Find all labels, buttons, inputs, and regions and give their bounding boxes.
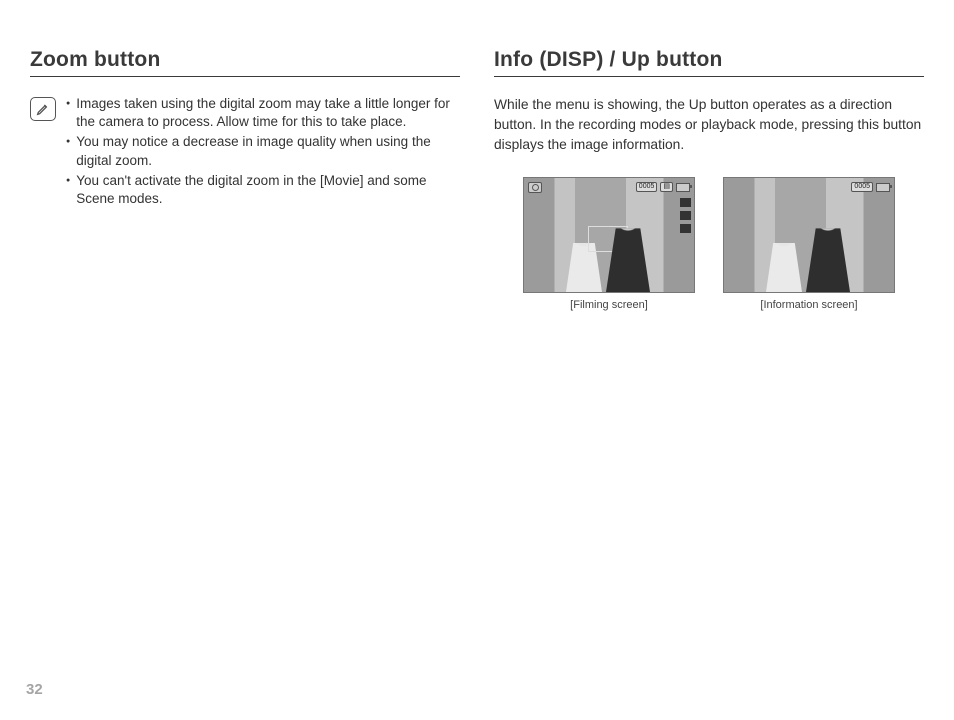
screenshot-information: 0005 [Information screen] [723, 177, 895, 311]
note-block: Images taken using the digital zoom may … [30, 95, 460, 210]
note-bullet: You may notice a decrease in image quali… [66, 133, 460, 169]
battery-icon [876, 183, 890, 192]
size-icon [680, 211, 691, 220]
lcd-preview: 0005 ▤ [523, 177, 695, 293]
timer-icon [680, 224, 691, 233]
flash-icon [680, 198, 691, 207]
bullet-text: You can't activate the digital zoom in t… [76, 172, 460, 208]
screenshot-filming: 0005 ▤ [Filming screen] [523, 177, 695, 311]
intro-paragraph: While the menu is showing, the Up button… [494, 95, 924, 155]
bullet-text: You may notice a decrease in image quali… [76, 133, 460, 169]
screenshot-caption: [Information screen] [760, 299, 857, 311]
heading-rule [494, 76, 924, 77]
note-bullet: Images taken using the digital zoom may … [66, 95, 460, 131]
heading-rule [30, 76, 460, 77]
right-column: Info (DISP) / Up button While the menu i… [494, 48, 924, 311]
manual-page: Zoom button Images taken using the digit… [0, 0, 954, 311]
left-column: Zoom button Images taken using the digit… [30, 48, 460, 311]
lcd-preview: 0005 [723, 177, 895, 293]
osd-top-bar: 0005 [728, 181, 890, 193]
note-pencil-icon [30, 97, 56, 121]
bullet-text: Images taken using the digital zoom may … [76, 95, 460, 131]
note-bullet: You can't activate the digital zoom in t… [66, 172, 460, 208]
osd-top-bar: 0005 ▤ [528, 181, 690, 193]
page-number: 32 [26, 681, 43, 698]
battery-icon [676, 183, 690, 192]
camera-mode-icon [528, 182, 542, 193]
screenshot-caption: [Filming screen] [570, 299, 648, 311]
zoom-heading: Zoom button [30, 48, 460, 72]
frame-counter: 0005 [851, 182, 873, 192]
info-heading: Info (DISP) / Up button [494, 48, 924, 72]
autofocus-frame-icon [588, 226, 628, 252]
screenshot-row: 0005 ▤ [Filming screen] [494, 177, 924, 311]
osd-side-icons [680, 198, 691, 233]
note-bullet-list: Images taken using the digital zoom may … [66, 95, 460, 210]
quality-icon: ▤ [660, 182, 673, 192]
frame-counter: 0005 [636, 182, 658, 192]
